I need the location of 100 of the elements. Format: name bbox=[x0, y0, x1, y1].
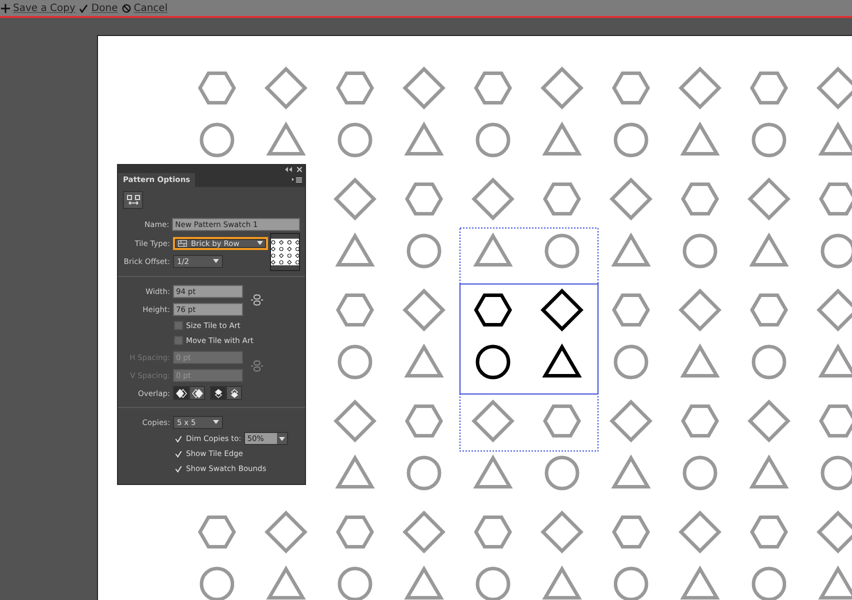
diamond-shape bbox=[472, 400, 514, 442]
checkbox[interactable] bbox=[174, 336, 183, 345]
triangle-shape bbox=[404, 122, 444, 156]
circle-shape bbox=[614, 122, 648, 158]
overlap-button[interactable] bbox=[226, 386, 242, 400]
circle-shape bbox=[614, 344, 648, 380]
triangle-shape bbox=[818, 344, 852, 378]
triangle-shape bbox=[404, 344, 444, 378]
vertical-overlap-icon bbox=[228, 388, 240, 398]
circle-shape bbox=[200, 122, 234, 158]
diamond-shape bbox=[816, 288, 852, 332]
diamond-shape bbox=[678, 510, 722, 554]
hexagon-shape bbox=[404, 182, 444, 216]
overlap-button[interactable] bbox=[189, 386, 205, 400]
overlap-button[interactable] bbox=[210, 386, 226, 400]
toolbar-action-button[interactable]: Save a Copy bbox=[1, 2, 76, 14]
diamond-shape bbox=[610, 400, 652, 442]
circle-shape bbox=[682, 234, 718, 268]
hexagon-shape bbox=[404, 404, 444, 438]
triangle-shape bbox=[335, 454, 375, 489]
hexagon-shape bbox=[680, 404, 720, 438]
brick-icon bbox=[178, 240, 187, 246]
diamond-shape bbox=[816, 66, 852, 110]
hexagon-shape bbox=[612, 294, 650, 326]
triangle-shape bbox=[473, 454, 513, 489]
triangle-shape bbox=[749, 454, 789, 489]
horizontal-overlap-icon bbox=[176, 388, 186, 398]
circle-shape bbox=[338, 122, 372, 158]
circle-shape bbox=[752, 122, 786, 158]
close-icon[interactable] bbox=[297, 166, 302, 172]
triangle-shape bbox=[266, 566, 306, 600]
circle-shape bbox=[338, 344, 372, 380]
diamond-shape bbox=[816, 510, 852, 554]
caret-icon bbox=[213, 259, 219, 263]
triangle-shape bbox=[542, 566, 582, 600]
toolbar-action-button[interactable]: Done bbox=[79, 2, 118, 14]
diamond-shape bbox=[748, 178, 790, 220]
triangle-shape bbox=[611, 454, 651, 489]
hexagon-shape bbox=[750, 294, 788, 326]
hexagon-shape bbox=[818, 404, 852, 438]
triangle-shape bbox=[680, 122, 720, 156]
hexagon-shape bbox=[680, 182, 720, 216]
circle-shape bbox=[476, 122, 510, 158]
hexagon-shape bbox=[198, 516, 236, 548]
toolbar-action-button[interactable]: Cancel bbox=[122, 2, 168, 14]
hexagon-shape bbox=[750, 72, 788, 104]
hexagon-shape bbox=[474, 72, 512, 104]
hexagon-shape bbox=[612, 516, 650, 548]
triangle-shape bbox=[404, 566, 444, 600]
cancel-icon bbox=[122, 4, 131, 12]
circle-shape bbox=[406, 456, 442, 490]
triangle-shape bbox=[680, 566, 720, 600]
hexagon-shape bbox=[542, 404, 582, 438]
diamond-shape bbox=[610, 178, 652, 220]
triangle-shape bbox=[335, 232, 375, 267]
diamond-shape bbox=[264, 66, 308, 110]
diamond-shape bbox=[678, 66, 722, 110]
caret-icon bbox=[257, 241, 263, 245]
panel-menu-icon[interactable] bbox=[292, 177, 302, 183]
check-icon bbox=[79, 4, 88, 12]
triangle-shape bbox=[749, 232, 789, 267]
triangle-shape bbox=[473, 232, 513, 267]
hexagon-shape bbox=[336, 72, 374, 104]
hexagon-shape bbox=[612, 72, 650, 104]
caret-icon bbox=[279, 436, 286, 440]
link-icon[interactable] bbox=[251, 360, 263, 372]
diamond-shape bbox=[402, 66, 446, 110]
hexagon-shape bbox=[474, 516, 512, 548]
diamond-shape bbox=[540, 66, 584, 110]
plus-icon bbox=[1, 4, 10, 12]
hexagon-shape bbox=[198, 72, 236, 104]
triangle-shape bbox=[266, 122, 306, 156]
diamond-shape bbox=[334, 400, 376, 442]
circle-shape bbox=[544, 234, 580, 268]
circle-shape bbox=[682, 456, 718, 490]
hexagon-shape bbox=[336, 516, 374, 548]
triangle-shape bbox=[611, 232, 651, 267]
diamond-shape bbox=[540, 510, 584, 554]
tile-tool-icon bbox=[126, 194, 140, 206]
hexagon-shape bbox=[542, 182, 582, 216]
diamond-shape bbox=[748, 400, 790, 442]
triangle-shape bbox=[542, 122, 582, 156]
triangle-shape bbox=[818, 566, 852, 600]
circle-shape bbox=[544, 456, 580, 490]
triangle-shape bbox=[680, 344, 720, 378]
overlap-button[interactable] bbox=[173, 386, 189, 400]
hexagon-shape bbox=[336, 294, 374, 326]
checkbox[interactable] bbox=[174, 321, 183, 330]
link-icon[interactable] bbox=[251, 294, 263, 306]
pattern-tile-tool-button[interactable] bbox=[123, 191, 143, 209]
diamond-shape bbox=[678, 288, 722, 332]
circle-shape bbox=[752, 344, 786, 380]
hexagon-shape bbox=[818, 182, 852, 216]
vertical-overlap-icon bbox=[212, 388, 224, 398]
diamond-shape bbox=[402, 510, 446, 554]
circle-shape bbox=[406, 234, 442, 268]
diamond-shape bbox=[334, 178, 376, 220]
diamond-shape bbox=[402, 288, 446, 332]
caret-icon bbox=[213, 420, 219, 424]
diamond-shape bbox=[264, 510, 308, 554]
